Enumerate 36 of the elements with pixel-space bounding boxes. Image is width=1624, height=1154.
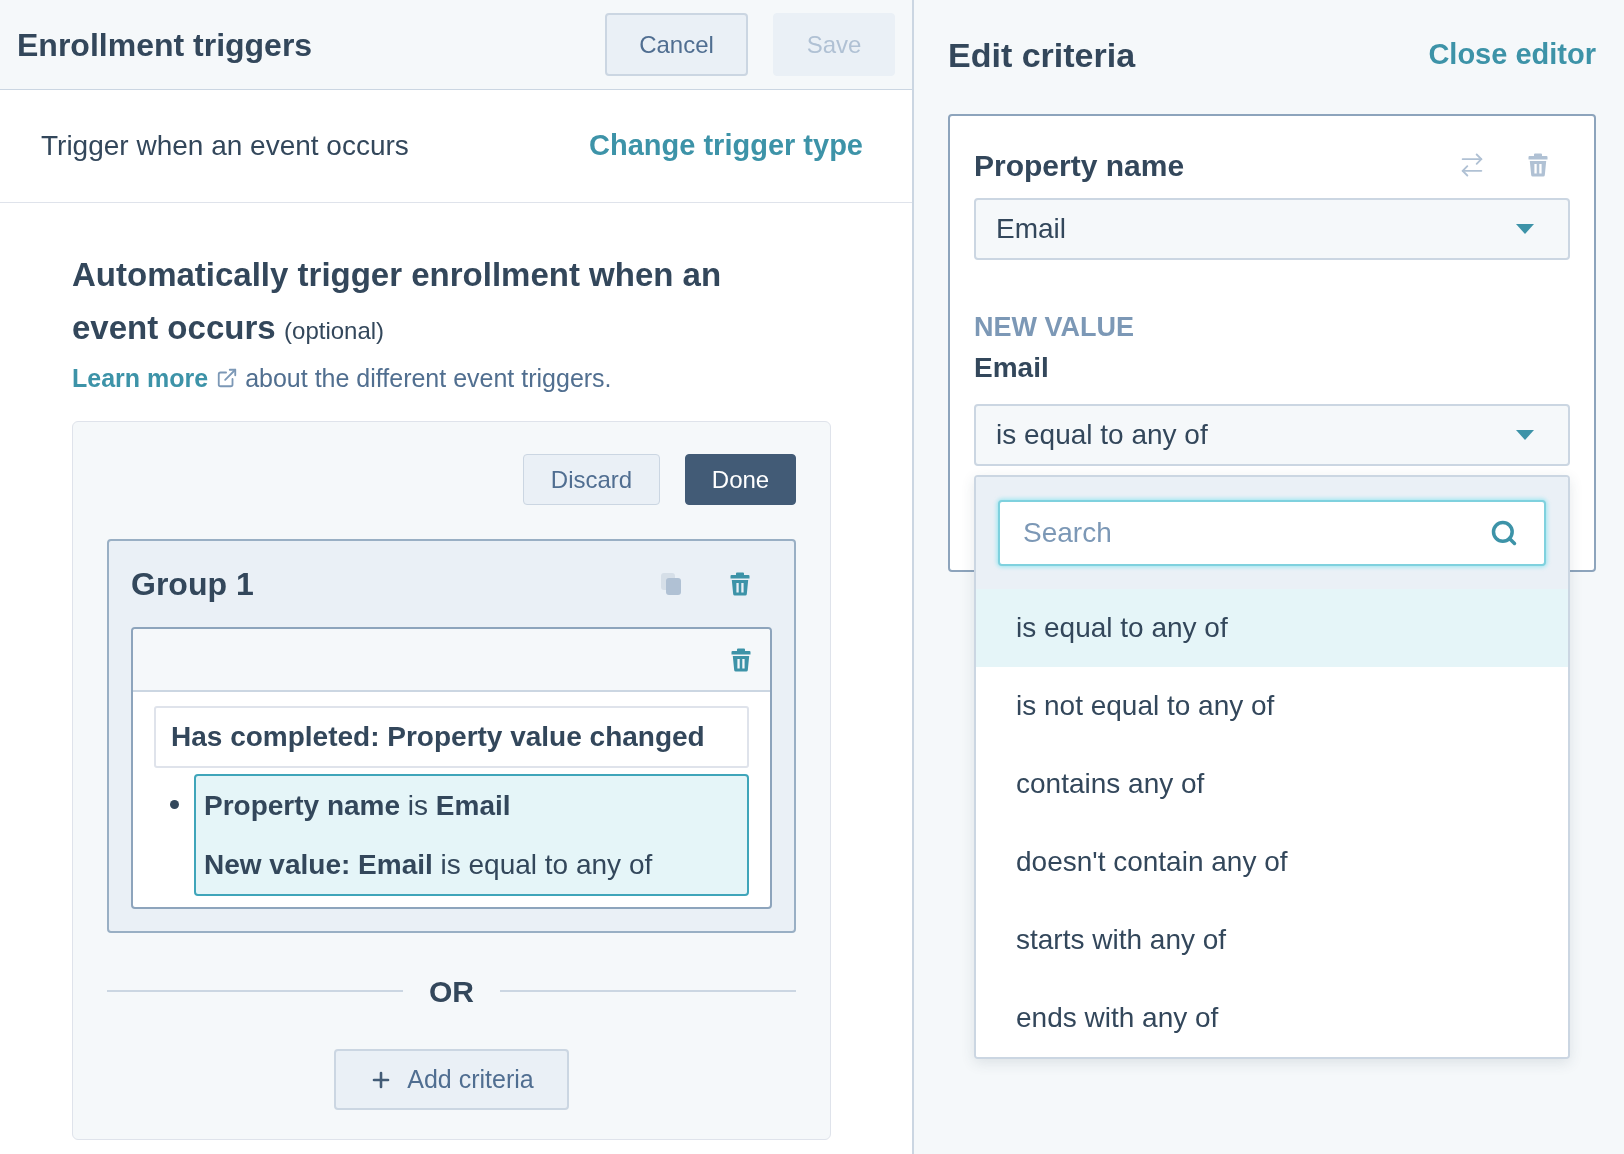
trash-icon[interactable]	[731, 647, 751, 672]
section-heading: Automatically trigger enrollment when an event occurs (optional)	[72, 255, 723, 348]
criteria-line: New value: Email is equal to any of	[204, 847, 653, 882]
panel-title: Enrollment triggers	[17, 28, 313, 61]
dropdown-option[interactable]: starts with any of	[976, 901, 1568, 979]
change-trigger-link[interactable]: Change trigger type	[589, 124, 863, 168]
caret-icon	[1516, 224, 1534, 234]
caret-icon	[1516, 430, 1534, 440]
add-criteria-button[interactable]: Add criteria	[334, 1049, 569, 1110]
trash-icon[interactable]	[730, 572, 750, 596]
trigger-type-text: Trigger when an event occurs	[41, 129, 409, 163]
help-text: Learn more about the different event triggers.	[72, 361, 612, 395]
done-button[interactable]: Done	[685, 454, 796, 505]
dropdown-option[interactable]: contains any of	[976, 745, 1568, 823]
criteria-line: Property name is Email	[204, 788, 511, 823]
search-field[interactable]: Search	[998, 500, 1546, 566]
editor-title: Edit criteria	[948, 34, 1136, 76]
property-select[interactable]: Email	[974, 198, 1570, 260]
bullet-icon	[169, 799, 179, 809]
dropdown-option[interactable]: is equal to any of	[976, 589, 1568, 667]
external-link-icon	[216, 367, 239, 389]
or-separator: OR	[428, 973, 475, 1010]
event-filter: Has completed: Property value changed	[154, 706, 749, 768]
learn-more-link[interactable]: Learn more	[72, 361, 239, 395]
search-icon	[1490, 519, 1518, 547]
group-title: Group 1	[131, 565, 254, 604]
cancel-button[interactable]: Cancel	[605, 13, 748, 76]
discard-button[interactable]: Discard	[523, 454, 660, 505]
operator-select[interactable]: is equal to any of	[974, 404, 1570, 466]
dropdown-option[interactable]: doesn't contain any of	[976, 823, 1568, 901]
field-label: Property name	[974, 147, 1185, 184]
field-label: Email	[974, 351, 1049, 385]
dropdown-option[interactable]: ends with any of	[976, 979, 1568, 1057]
section-label: NEW VALUE	[974, 310, 1134, 344]
criteria-summary[interactable]: Property name is Email New value: Email is equal to any of	[194, 774, 749, 896]
dropdown-option[interactable]: is not equal to any of	[976, 667, 1568, 745]
